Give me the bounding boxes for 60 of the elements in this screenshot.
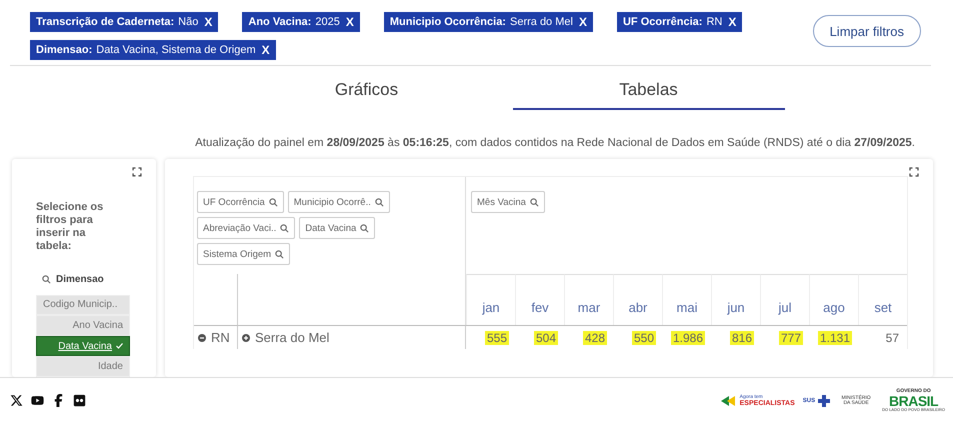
filter-chip[interactable]: Municipio Ocorrência: Serra do Mel X (384, 12, 593, 32)
dimension-item[interactable]: Idade (36, 356, 130, 377)
cross-logo-icon (818, 394, 830, 406)
expand-icon[interactable] (909, 167, 919, 177)
table-cell: 555 (484, 330, 509, 344)
filter-chip[interactable]: Dimensao: Data Vacina, Sistema de Origem X (30, 40, 276, 60)
column-header: jul (760, 274, 809, 325)
filter-chip[interactable]: Ano Vacina: 2025 X (242, 12, 360, 32)
table-cell: 1.131 (818, 330, 852, 344)
expand-row-icon[interactable] (242, 334, 250, 342)
row-label: RN (211, 330, 230, 345)
table-cell: 816 (730, 330, 754, 344)
column-header: mai (662, 274, 711, 325)
search-label[interactable]: Dimensao (56, 274, 104, 285)
arrow-logo-icon (720, 396, 737, 406)
column-header: set (858, 274, 907, 325)
table-cell: 428 (582, 330, 607, 344)
check-icon (116, 343, 123, 350)
column-header: fev (515, 274, 564, 325)
table-cell: 777 (778, 330, 803, 344)
tab[interactable]: Tabelas (512, 80, 784, 110)
update-note: Atualização do painel em 28/09/2025 às 05:16:25, com dados contidos na Rede Nacional de Dados em Saúde (RNDS) até o dia 27/09/2025. (194, 137, 915, 149)
expand-icon[interactable] (132, 167, 142, 177)
table-cell: 550 (632, 330, 656, 344)
search-icon (42, 274, 51, 284)
search-icon (275, 250, 284, 258)
search-icon (374, 198, 384, 206)
dimension-item[interactable]: Data Vacina (36, 336, 130, 356)
instructions-text: Selecione os filtros para inserir na tabela: (36, 200, 104, 254)
x-icon[interactable] (10, 394, 23, 407)
dimension-item[interactable]: Codigo Municip.. (36, 294, 130, 316)
youtube-icon[interactable] (31, 394, 44, 407)
search-icon (360, 224, 370, 232)
column-header: ago (809, 274, 858, 325)
dimension-item[interactable]: Ano Vacina (36, 315, 130, 336)
row-field-chip[interactable]: Data Vacina (299, 217, 376, 239)
table-cell-text: 57 (884, 330, 900, 344)
row-field-chip[interactable]: UF Ocorrência (197, 191, 284, 213)
table-cell: 504 (534, 330, 558, 344)
tab[interactable]: Gráficos (230, 80, 502, 110)
clear-filters-button[interactable]: Limpar filtros (812, 15, 921, 47)
filter-chip[interactable]: UF Ocorrência: RN X (616, 12, 742, 32)
column-header: jun (711, 274, 760, 325)
filter-chip[interactable]: Transcrição de Caderneta: Não X (30, 12, 218, 32)
flickr-icon[interactable] (73, 394, 86, 407)
facebook-icon[interactable] (52, 394, 65, 407)
search-icon (530, 198, 539, 206)
column-field-chip[interactable]: Mês Vacina (471, 191, 545, 213)
row-field-chip[interactable]: Abreviação Vaci.. (197, 217, 296, 239)
row-field-chip[interactable]: Sistema Origem (197, 243, 290, 265)
column-header: abr (613, 274, 662, 325)
collapse-row-icon[interactable] (198, 334, 206, 342)
row-label: Serra do Mel (255, 330, 330, 345)
column-header: mar (564, 274, 613, 325)
table-cell: 1.986 (670, 330, 705, 344)
search-icon (268, 198, 278, 206)
search-icon (280, 224, 290, 232)
row-field-chip[interactable]: Municipio Ocorrê.. (288, 191, 390, 213)
logo-text: BRASIL (888, 394, 938, 408)
column-header: jan (466, 274, 515, 325)
